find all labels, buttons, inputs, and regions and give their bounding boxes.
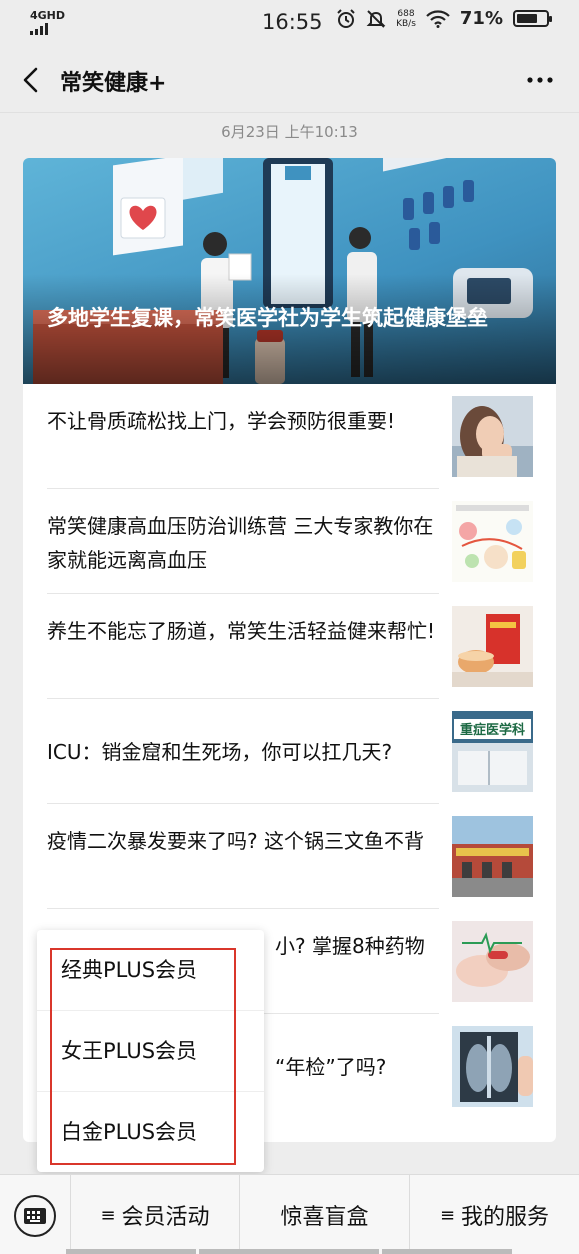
battery-fill — [517, 14, 537, 23]
speed-value: 688 — [397, 8, 415, 19]
bottom-menu-bar: ≡ 会员活动 惊喜盲盒 ≡ 我的服务 — [0, 1174, 579, 1254]
menu-my-services[interactable]: ≡ 我的服务 — [410, 1175, 579, 1254]
hero-article[interactable]: 多地学生复课，常笑医学社为学生筑起健康堡垒 — [23, 158, 556, 384]
gesture-bar — [66, 1249, 196, 1254]
mute-bell-icon — [366, 9, 386, 28]
menu-item-label: 白金PLUS会员 — [61, 1120, 198, 1144]
menu-member-activities[interactable]: ≡ 会员活动 — [71, 1175, 239, 1254]
speed-unit: KB/s — [396, 18, 416, 29]
status-time: 16:55 — [262, 10, 323, 34]
menu-item-queen-plus[interactable]: 女王PLUS会员 — [37, 1011, 264, 1091]
article-item[interactable]: 常笑健康高血压防治训练营 三大专家教你在家就能远离高血压 — [23, 489, 556, 594]
article-thumbnail-market — [452, 816, 533, 897]
article-title: ICU：销金窟和生死场，你可以扛几天? — [47, 740, 393, 764]
alarm-icon — [337, 8, 355, 28]
gesture-bar — [382, 1249, 512, 1254]
article-thumbnail-woman — [452, 396, 533, 477]
back-arrow-icon[interactable] — [18, 66, 44, 94]
signal-bars-icon — [30, 22, 90, 35]
member-popup-menu: 经典PLUS会员 女王PLUS会员 白金PLUS会员 — [37, 930, 264, 1172]
menu-surprise-blind-box[interactable]: 惊喜盲盒 — [240, 1175, 409, 1254]
nav-divider — [0, 112, 579, 113]
network-type: 4GHD — [30, 8, 66, 22]
list-menu-icon: ≡ — [439, 1204, 456, 1226]
menu-item-classic-plus[interactable]: 经典PLUS会员 — [37, 930, 264, 1010]
article-thumbnail-hands-pill — [452, 921, 533, 1002]
message-timestamp: 6月23日 上午10:13 — [221, 123, 358, 141]
status-bar: 4GHD 16:55 688 KB/s 71% — [0, 0, 579, 44]
nav-bar: 常笑健康+ — [0, 48, 579, 112]
article-item[interactable]: ICU：销金窟和生死场，你可以扛几天? 重症医学科 — [23, 699, 556, 804]
article-title: 疫情二次暴发要来了吗? 这个锅三文鱼不背 — [47, 829, 424, 853]
menu-item-platinum-plus[interactable]: 白金PLUS会员 — [37, 1092, 264, 1172]
signal-indicator: 4GHD — [30, 10, 90, 35]
menu-label: 惊喜盲盒 — [280, 1205, 369, 1230]
article-item[interactable]: 不让骨质疏松找上门，学会预防很重要! — [23, 384, 556, 489]
menu-item-label: 女王PLUS会员 — [61, 1039, 198, 1063]
battery-icon — [513, 10, 552, 27]
article-thumbnail-xray — [452, 1026, 533, 1107]
article-item[interactable]: 养生不能忘了肠道，常笑生活轻益健来帮忙! — [23, 594, 556, 699]
article-thumbnail-cartoon — [452, 501, 533, 582]
article-title: 小? 掌握8种药物 — [275, 934, 425, 958]
article-thumbnail-icu-sign: 重症医学科 — [452, 711, 533, 792]
article-title: 常笑健康高血压防治训练营 三大专家教你在家就能远离高血压 — [47, 514, 434, 572]
status-icons: 688 KB/s 71% — [336, 8, 552, 29]
article-item[interactable]: 疫情二次暴发要来了吗? 这个锅三文鱼不背 — [23, 804, 556, 909]
article-thumbnail-tea — [452, 606, 533, 687]
gesture-bar — [199, 1249, 379, 1254]
keyboard-icon — [24, 1208, 46, 1224]
hero-title: 多地学生复课，常笑医学社为学生筑起健康堡垒 — [47, 306, 488, 330]
menu-item-label: 经典PLUS会员 — [61, 958, 198, 982]
network-speed: 688 KB/s — [396, 9, 416, 29]
page-title: 常笑健康+ — [60, 71, 167, 96]
menu-label: 我的服务 — [461, 1205, 550, 1230]
article-title: “年检”了吗? — [275, 1055, 387, 1079]
more-options-icon[interactable] — [525, 68, 555, 92]
icu-sign-text: 重症医学科 — [460, 722, 525, 738]
battery-percent: 71% — [459, 8, 503, 29]
article-title: 养生不能忘了肠道，常笑生活轻益健来帮忙! — [47, 619, 436, 643]
article-title: 不让骨质疏松找上门，学会预防很重要! — [47, 409, 396, 433]
list-menu-icon: ≡ — [100, 1204, 116, 1226]
keyboard-toggle-button[interactable] — [14, 1195, 56, 1237]
menu-label: 会员活动 — [121, 1205, 210, 1230]
wifi-icon — [426, 9, 450, 28]
